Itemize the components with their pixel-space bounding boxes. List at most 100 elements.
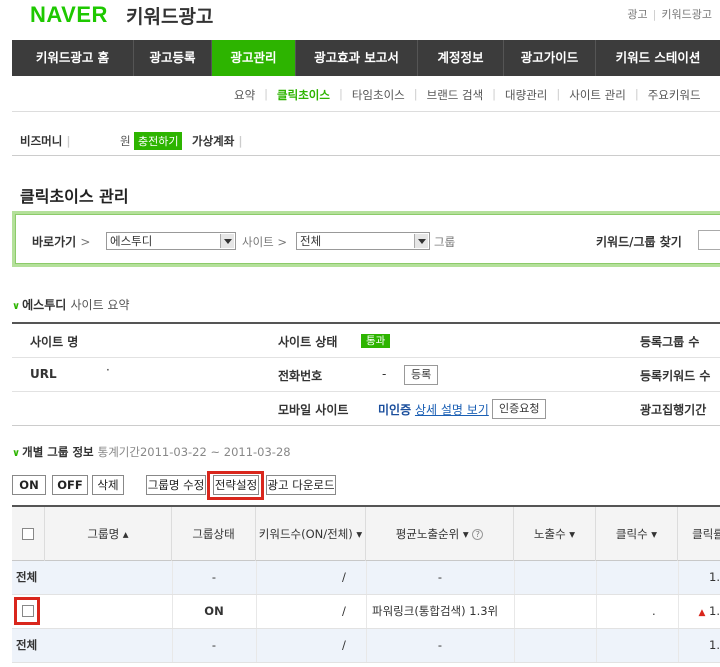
main-nav: 키워드광고 홈 광고등록 광고관리 광고효과 보고서 계정정보 광고가이드 키워…	[12, 40, 720, 76]
site-status-label: 사이트 상태	[278, 335, 338, 349]
header-ctr[interactable]: 클릭률	[678, 507, 720, 561]
row-ctr: ▲ 1.	[698, 604, 720, 618]
top-link-ad[interactable]: 광고	[627, 8, 647, 21]
header-avg-rank[interactable]: 평균노출순위 ▾ ?	[366, 507, 514, 561]
site-summary-table: 사이트 명 사이트 상태 통과 등록그룹 수 URL · 전화번호 - 등록 등…	[12, 322, 720, 426]
subnav-summary[interactable]: 요약	[234, 87, 255, 103]
highlight-strategy-box	[207, 471, 264, 500]
top-links: 광고 | 키워드광고	[627, 8, 712, 21]
reg-group-count-label: 등록그룹 수	[640, 335, 700, 349]
site-name-label: 사이트 명	[30, 335, 79, 349]
bizmoney-bar: 비즈머니 | 원 충전하기 가상계좌 |	[12, 124, 720, 156]
subnav-brand-search[interactable]: 브랜드 검색	[427, 87, 484, 103]
phone-register-button[interactable]: 등록	[404, 365, 439, 385]
chevron-down-icon	[414, 234, 428, 248]
nav-ad-report[interactable]: 광고효과 보고서	[296, 40, 418, 76]
on-button[interactable]: ON	[12, 475, 46, 495]
row-rank: -	[437, 638, 443, 652]
nav-keyword-station[interactable]: 키워드 스테이션	[596, 40, 720, 76]
row-status[interactable]: ON	[172, 595, 256, 628]
row-keywords: /	[342, 570, 346, 584]
subnav-timechoice[interactable]: 타임초이스	[352, 87, 405, 103]
rename-group-button[interactable]: 그룹명 수정	[146, 475, 206, 495]
summary-row: URL · 전화번호 - 등록 등록키워드 수	[12, 358, 720, 392]
site-status-badge: 통과	[361, 334, 391, 348]
select-all-checkbox[interactable]	[22, 528, 34, 540]
url-value: ·	[106, 363, 110, 377]
group-select[interactable]: 전체	[296, 232, 430, 250]
service-title[interactable]: 키워드광고	[126, 2, 213, 29]
table-row-total: 전체 - / - 1.	[12, 629, 720, 663]
row-name: 전체	[16, 638, 38, 652]
header-group-status: 그룹상태	[172, 507, 256, 561]
reg-keyword-count-label: 등록키워드 수	[640, 369, 711, 383]
phone-label: 전화번호	[278, 369, 323, 383]
header-keyword-count[interactable]: 키워드수(ON/전체) ▾	[256, 507, 366, 561]
virtual-account-link[interactable]: 가상계좌 |	[192, 133, 243, 149]
row-name: 전체	[16, 570, 38, 584]
table-header: 그룹명 ▴ 그룹상태 키워드수(ON/전체) ▾ 평균노출순위 ▾ ? 노출수 …	[12, 507, 720, 561]
summary-row: 모바일 사이트 미인증 상세 설명 보기 인증요청 광고집행기간	[12, 392, 720, 426]
charge-button[interactable]: 충전하기	[134, 132, 183, 150]
row-clicks: .	[652, 604, 656, 618]
site-summary-title: ∨ 에스투디 사이트 요약	[12, 298, 130, 312]
ad-download-button[interactable]: 광고 다운로드	[266, 475, 336, 495]
header-impressions[interactable]: 노출수 ▾	[514, 507, 596, 561]
bizmoney-label: 비즈머니 |	[20, 134, 71, 148]
row-ctr: 1.	[709, 570, 720, 584]
group-info-title: ∨ 개별 그룹 정보 통계기간2011-03-22 ~ 2011-03-28	[12, 445, 291, 459]
row-status: -	[211, 638, 217, 652]
row-keywords: /	[342, 604, 346, 618]
row-ctr: 1.	[709, 638, 720, 652]
nav-ad-manage[interactable]: 광고관리	[212, 40, 296, 76]
mobile-site-label: 모바일 사이트	[278, 403, 349, 417]
up-triangle-icon: ▲	[698, 608, 706, 618]
nav-account-info[interactable]: 계정정보	[418, 40, 504, 76]
row-keywords: /	[342, 638, 346, 652]
subnav-site-manage[interactable]: 사이트 관리	[569, 87, 626, 103]
table-row: ON / 파워링크(통합검색) 1.3위 . ▲ 1.	[12, 595, 720, 629]
nav-ad-register[interactable]: 광고등록	[134, 40, 212, 76]
shortcut-label: 바로가기 >	[32, 235, 91, 249]
mobile-status-text: 미인증 상세 설명 보기	[378, 403, 489, 417]
group-text: 그룹	[434, 235, 456, 249]
subnav-bulk-manage[interactable]: 대량관리	[505, 87, 547, 103]
subnav-major-keyword[interactable]: 주요키워드	[648, 87, 701, 103]
nav-ad-guide[interactable]: 광고가이드	[504, 40, 596, 76]
naver-logo[interactable]: NAVER	[30, 2, 108, 28]
summary-row: 사이트 명 사이트 상태 통과 등록그룹 수	[12, 324, 720, 358]
header-select-all	[12, 507, 45, 561]
top-link-keyword-ad[interactable]: 키워드광고	[661, 8, 712, 21]
group-table: 그룹명 ▴ 그룹상태 키워드수(ON/전체) ▾ 평균노출순위 ▾ ? 노출수 …	[12, 505, 720, 663]
top-bar: NAVER 키워드광고 광고 | 키워드광고	[0, 0, 720, 40]
keyword-group-find-label: 키워드/그룹 찾기	[596, 235, 682, 249]
mobile-auth-request-button[interactable]: 인증요청	[492, 399, 547, 419]
shortcut-box: 바로가기 > 에스투디 사이트 > 전체 그룹 키워드/그룹 찾기	[12, 211, 720, 267]
off-button[interactable]: OFF	[52, 475, 88, 495]
ad-period-label: 광고집행기간	[640, 403, 707, 417]
site-select[interactable]: 에스투디	[106, 232, 236, 250]
subnav-clickchoice[interactable]: 클릭초이스	[277, 87, 330, 103]
chevron-down-icon: ∨	[12, 448, 21, 459]
row-rank: 파워링크(통합검색) 1.3위	[372, 604, 499, 618]
nav-keyword-ad-home[interactable]: 키워드광고 홈	[12, 40, 134, 76]
table-row-total: 전체 - / - 1.	[12, 561, 720, 595]
chevron-down-icon: ∨	[12, 301, 21, 312]
help-icon[interactable]: ?	[472, 529, 484, 540]
row-status: -	[211, 570, 217, 584]
site-text: 사이트 >	[242, 235, 288, 249]
delete-button[interactable]: 삭제	[92, 475, 124, 495]
sub-nav: 요약 | 클릭초이스 | 타임초이스 | 브랜드 검색 | 대량관리 | 사이트 관리 | …	[12, 76, 720, 112]
row-rank: -	[437, 570, 443, 584]
page-title: 클릭초이스 관리	[20, 187, 129, 206]
keyword-group-search-input[interactable]	[698, 230, 720, 250]
highlight-row-checkbox-box	[14, 597, 40, 625]
header-clicks[interactable]: 클릭수 ▾	[596, 507, 678, 561]
chevron-down-icon	[220, 234, 234, 248]
phone-value: -	[382, 367, 387, 381]
header-group-name[interactable]: 그룹명 ▴	[45, 507, 172, 561]
url-label: URL	[30, 367, 57, 381]
bizmoney-unit: 원	[120, 134, 131, 148]
stats-period: 통계기간2011-03-22 ~ 2011-03-28	[97, 445, 291, 459]
mobile-detail-link[interactable]: 상세 설명 보기	[415, 403, 489, 417]
